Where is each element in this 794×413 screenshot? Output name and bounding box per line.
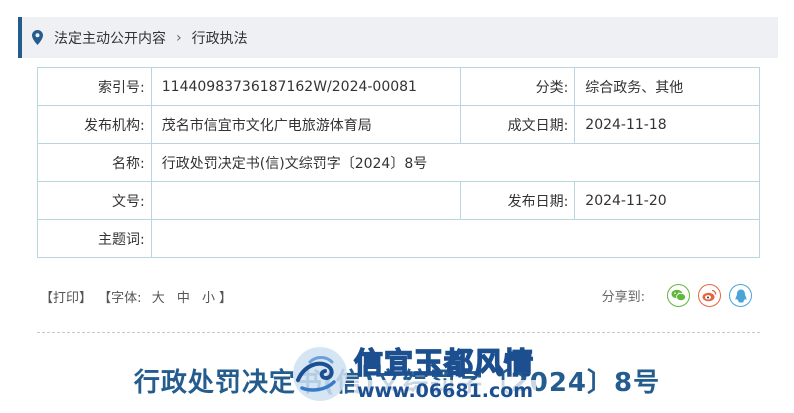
chevron-right-icon: › [176,29,182,46]
name-value: 行政处罚决定书(信)文综罚字〔2024〕8号 [150,143,761,182]
wechat-icon[interactable] [667,284,690,307]
index-value: 11440983736187162W/2024-00081 [150,67,461,106]
category-label: 分类: [459,67,576,106]
breadcrumb-item-public-content[interactable]: 法定主动公开内容 [54,28,166,48]
print-link[interactable]: 【打印】 [40,291,92,306]
published-date-value: 2024-11-20 [574,181,760,220]
publisher-value: 茂名市信宜市文化广电旅游体育局 [150,105,461,144]
publisher-label: 发布机构: [37,105,152,144]
created-date-value: 2024-11-18 [574,105,760,144]
table-row: 名称: 行政处罚决定书(信)文综罚字〔2024〕8号 [37,143,761,182]
font-size-large[interactable]: 大 [152,291,165,306]
watermark-logo-icon [293,347,347,401]
table-row: 索引号: 11440983736187162W/2024-00081 分类: 综… [37,67,760,106]
breadcrumb: 法定主动公开内容 › 行政执法 [18,17,778,58]
breadcrumb-item-law-enforcement[interactable]: 行政执法 [192,28,248,48]
created-date-label: 成文日期: [459,105,576,144]
table-row: 发布机构: 茂名市信宜市文化广电旅游体育局 成文日期: 2024-11-18 [37,105,760,144]
document-meta-table: 索引号: 11440983736187162W/2024-00081 分类: 综… [37,67,761,258]
location-pin-icon [32,30,44,46]
page-tools: 【打印】 【字体: 大 中 小】 [40,287,234,306]
font-size-close: 】 [219,291,233,306]
share-label: 分享到: [601,290,645,305]
watermark-url: www.06681.com [354,380,537,402]
font-size-small[interactable]: 小 [202,291,215,306]
font-size-label: 【字体: [98,291,142,306]
share-bar: 分享到: [602,284,752,307]
published-date-label: 发布日期: [459,181,576,220]
weibo-icon[interactable] [698,284,721,307]
keywords-value [150,219,761,258]
table-row: 主题词: [37,219,761,258]
name-label: 名称: [37,143,152,182]
watermark-title: 信宜玉都风情 [353,345,535,381]
font-size-medium[interactable]: 中 [177,291,190,306]
category-value: 综合政务、其他 [574,67,760,106]
qq-icon[interactable] [729,284,752,307]
dashed-divider [37,332,760,333]
doc-number-label: 文号: [37,181,152,220]
site-watermark: 信宜玉都风情 www.06681.com [290,340,550,408]
table-row: 文号: 发布日期: 2024-11-20 [37,181,760,220]
doc-number-value [150,181,461,220]
index-label: 索引号: [37,67,152,106]
keywords-label: 主题词: [37,219,152,258]
